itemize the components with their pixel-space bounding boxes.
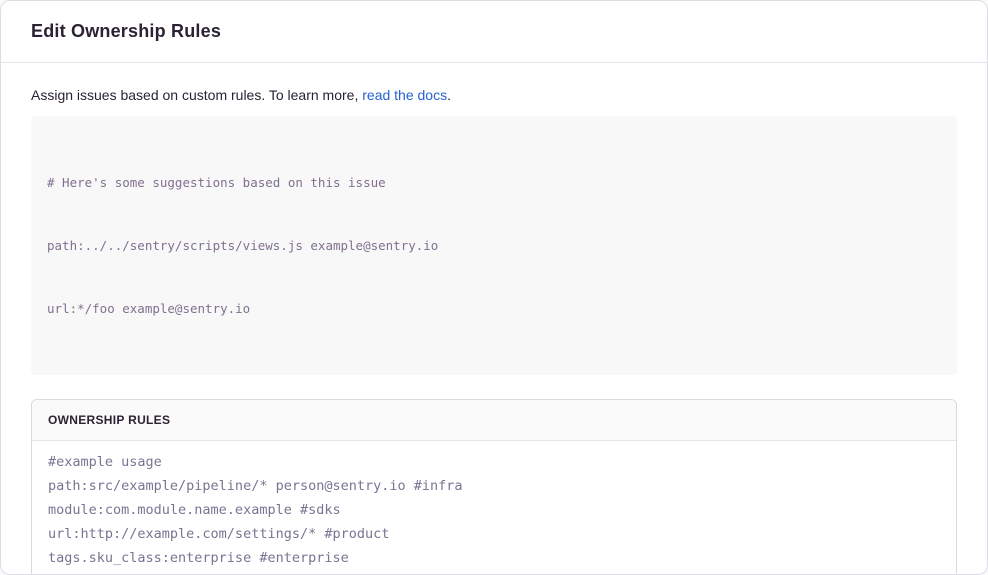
ownership-rules-input[interactable]: #example usage path:src/example/pipeline…: [32, 441, 956, 575]
ownership-rules-panel-header: OWNERSHIP RULES: [32, 400, 956, 441]
suggestion-line: path:../../sentry/scripts/views.js examp…: [47, 235, 941, 256]
description-text: Assign issues based on custom rules. To …: [31, 86, 957, 105]
description-after-link: .: [447, 87, 451, 103]
ownership-rules-panel: OWNERSHIP RULES #example usage path:src/…: [31, 399, 957, 575]
suggestions-code-block: # Here's some suggestions based on this …: [31, 116, 957, 375]
dialog-header: Edit Ownership Rules: [1, 1, 987, 63]
suggestion-line: url:*/foo example@sentry.io: [47, 298, 941, 319]
read-the-docs-link[interactable]: read the docs: [362, 87, 447, 103]
edit-ownership-rules-dialog: Edit Ownership Rules Assign issues based…: [0, 0, 988, 575]
dialog-body: Assign issues based on custom rules. To …: [1, 63, 987, 575]
dialog-title: Edit Ownership Rules: [31, 21, 221, 42]
description-before-link: Assign issues based on custom rules. To …: [31, 87, 362, 103]
suggestion-line: # Here's some suggestions based on this …: [47, 172, 941, 193]
